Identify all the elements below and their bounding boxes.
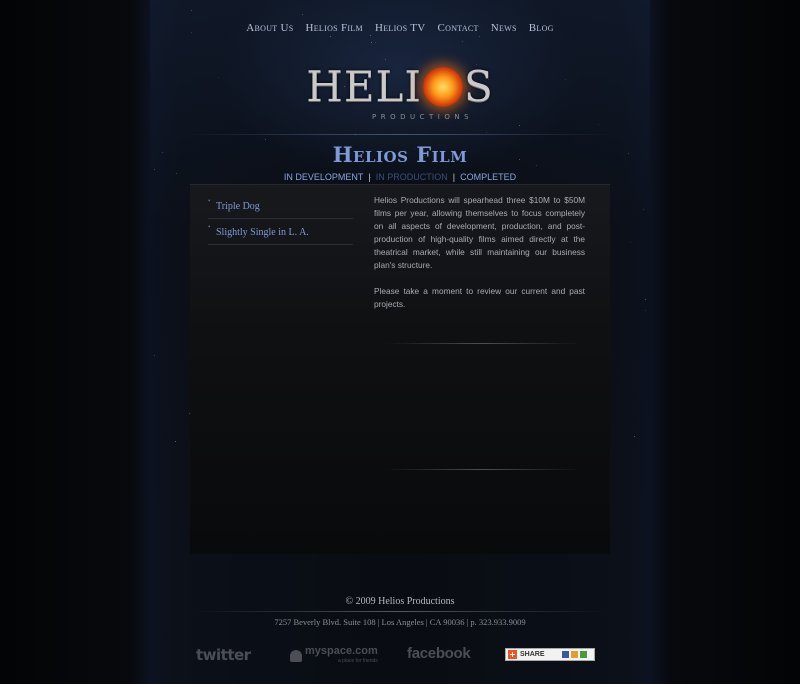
star-dot: [485, 131, 487, 133]
star-dot: [329, 36, 331, 38]
star-dot: [478, 35, 480, 37]
star-dot: [175, 441, 177, 443]
share-button[interactable]: + SHARE: [505, 648, 595, 661]
myspace-icon: [290, 650, 302, 662]
project-tabs: IN DEVELOPMENT | IN PRODUCTION | COMPLETED: [0, 172, 800, 182]
tab-completed[interactable]: COMPLETED: [460, 172, 516, 182]
content-divider: [385, 469, 580, 470]
share-service-icon: [561, 651, 569, 658]
myspace-wordmark: myspace.com a place for friends: [305, 646, 378, 666]
star-dot: [598, 124, 600, 126]
content-panel: Triple Dog Slightly Single in L. A. Heli…: [190, 184, 610, 554]
share-label: SHARE: [520, 651, 545, 658]
star-dot: [634, 435, 636, 437]
project-link-triple-dog[interactable]: Triple Dog: [216, 201, 260, 212]
share-service-icons: [561, 651, 587, 658]
page-title: Helios Film: [332, 142, 468, 167]
helios-logo[interactable]: HELI S PRODUCTIONS: [0, 62, 800, 121]
twitter-link[interactable]: twitter: [196, 646, 251, 664]
project-description: Helios Productions will spearhead three …: [374, 194, 585, 311]
nav-contact[interactable]: Contact: [437, 22, 478, 34]
address-text: 7257 Beverly Blvd. Suite 108 | Los Angel…: [274, 617, 526, 627]
description-paragraph: Please take a moment to review our curre…: [374, 286, 585, 309]
myspace-link[interactable]: myspace.com a place for friends: [290, 646, 378, 666]
social-links: twitter myspace.com a place for friends …: [0, 644, 800, 668]
star-dot: [265, 139, 267, 141]
share-service-icon: [579, 651, 587, 658]
tab-in-production[interactable]: IN PRODUCTION: [376, 172, 448, 182]
copyright-text: © 2009 Helios Productions: [345, 596, 455, 607]
star-dot: [370, 42, 372, 44]
star-dot: [370, 35, 372, 37]
star-dot: [154, 355, 156, 357]
star-dot: [462, 40, 463, 42]
star-dot: [645, 309, 647, 311]
logo-wordmark: HELI S: [306, 62, 494, 111]
sun-logo-icon: [423, 66, 463, 107]
project-list: Triple Dog Slightly Single in L. A.: [208, 193, 353, 245]
header-divider: [185, 134, 615, 135]
nav-helios-film[interactable]: Helios Film: [306, 22, 363, 34]
share-plus-icon: +: [508, 650, 517, 659]
project-link-slightly-single[interactable]: Slightly Single in L. A.: [216, 227, 309, 238]
footer-divider: [195, 611, 605, 612]
nav-news[interactable]: News: [491, 22, 517, 34]
content-divider: [385, 343, 580, 344]
star-dot: [629, 241, 631, 243]
main-nav: About Us Helios Film Helios TV Contact N…: [0, 22, 800, 34]
nav-helios-tv[interactable]: Helios TV: [375, 22, 426, 34]
list-item: Triple Dog: [208, 193, 353, 219]
star-dot: [642, 209, 644, 211]
star-dot: [302, 13, 304, 15]
description-paragraph: Helios Productions will spearhead three …: [374, 195, 585, 270]
logo-text-left: HELI: [306, 62, 422, 111]
logo-subtitle: PRODUCTIONS: [371, 113, 474, 121]
list-item: Slightly Single in L. A.: [208, 219, 353, 245]
facebook-link[interactable]: facebook: [407, 645, 471, 662]
share-service-icon: [570, 651, 578, 658]
nav-blog[interactable]: Blog: [529, 22, 554, 34]
nav-about-us[interactable]: About Us: [246, 22, 293, 34]
tab-separator: |: [452, 172, 456, 182]
star-dot: [375, 42, 377, 44]
tab-in-development[interactable]: IN DEVELOPMENT: [284, 172, 364, 182]
myspace-tagline: a place for friends: [338, 658, 378, 664]
star-dot: [153, 169, 155, 171]
star-dot: [384, 58, 386, 60]
star-dot: [644, 298, 646, 300]
star-dot: [190, 9, 192, 11]
star-dot: [518, 125, 520, 127]
tab-separator: |: [368, 172, 371, 182]
logo-text-right: S: [464, 62, 494, 111]
